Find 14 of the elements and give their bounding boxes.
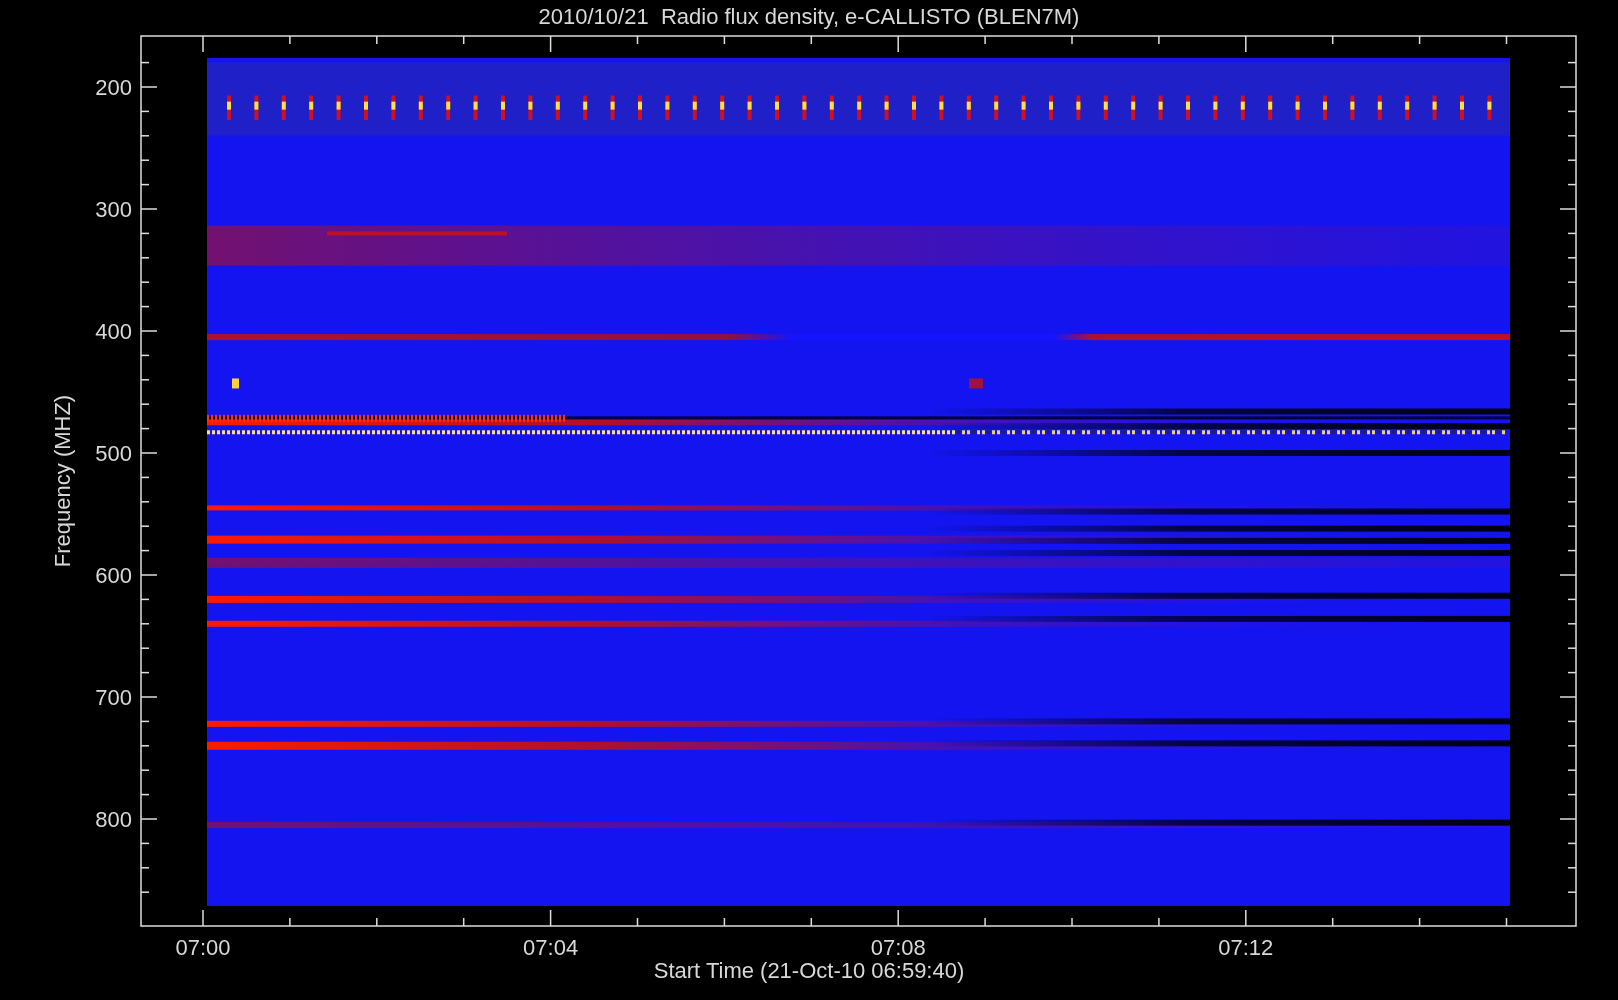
y-tick-label: 200: [95, 75, 132, 100]
y-tick-label: 500: [95, 441, 132, 466]
x-axis-label: Start Time (21-Oct-10 06:59:40): [653, 958, 965, 983]
x-tick-label: 07:04: [523, 935, 579, 960]
y-axis-label: Frequency (MHZ): [50, 394, 75, 568]
x-tick-label: 07:12: [1218, 935, 1274, 960]
chart-title: 2010/10/21 Radio flux density, e-CALLISTO (BLEN7M): [538, 4, 1080, 29]
y-tick-label: 800: [95, 807, 132, 832]
x-tick-label: 07:08: [870, 935, 926, 960]
y-tick-label: 300: [95, 197, 132, 222]
x-tick-label: 07:00: [175, 935, 231, 960]
y-tick-label: 400: [95, 319, 132, 344]
y-tick-label: 700: [95, 685, 132, 710]
y-tick-label: 600: [95, 563, 132, 588]
